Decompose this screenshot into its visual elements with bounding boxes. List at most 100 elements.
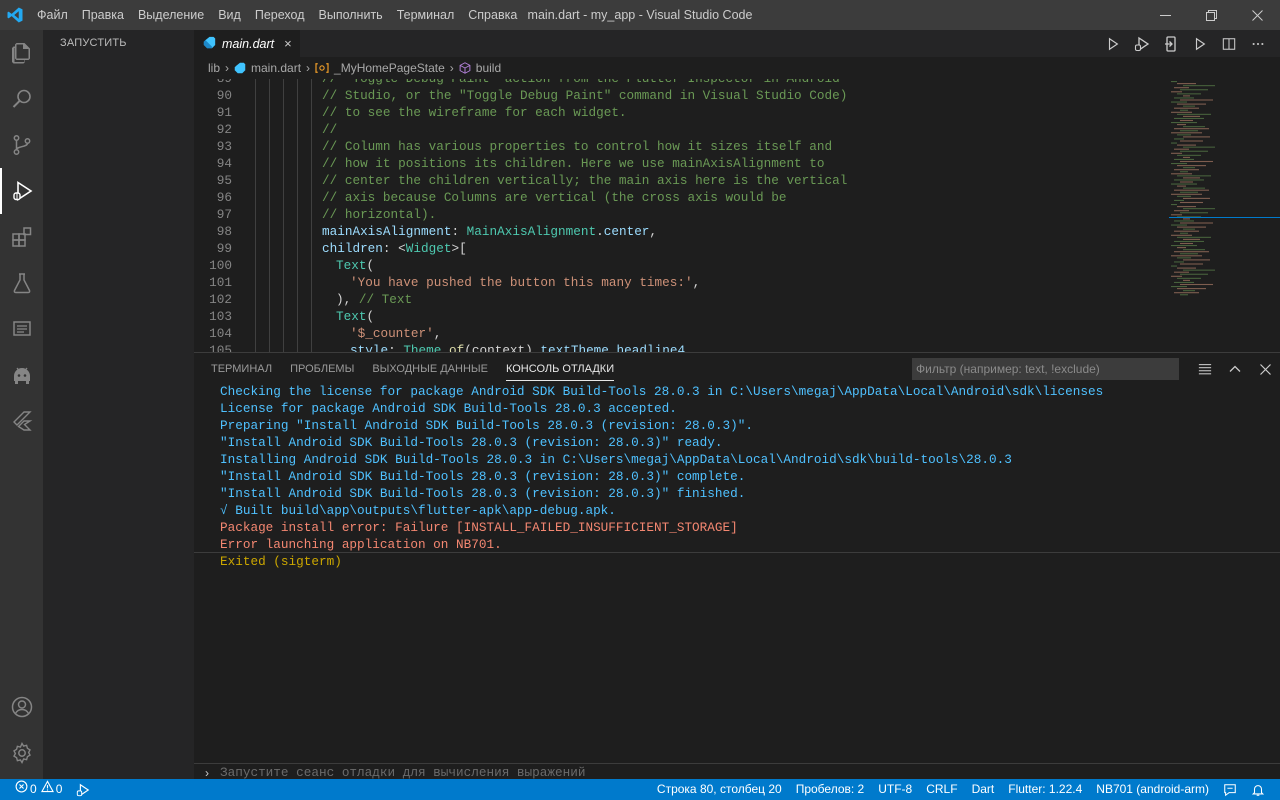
minimap-line <box>1183 228 1195 230</box>
dart-file-icon <box>203 36 216 52</box>
breadcrumb-label: lib <box>208 61 221 75</box>
minimap-line <box>1171 91 1182 93</box>
line-content: 'You have pushed the button this many ti… <box>350 274 700 291</box>
menu-item[interactable]: Файл <box>30 0 75 30</box>
account-icon[interactable] <box>0 684 43 730</box>
breadcrumb-item-main-dart[interactable]: main.dart <box>234 61 301 75</box>
settings-gear-icon[interactable] <box>0 730 43 776</box>
close-panel-icon[interactable] <box>1250 353 1280 385</box>
split-editor-icon[interactable] <box>1214 30 1243 57</box>
tab-problems[interactable]: ПРОБЛЕМЫ <box>281 353 363 385</box>
menu-item[interactable]: Справка <box>461 0 524 30</box>
line-number: 91 <box>216 105 232 120</box>
line-content: // how it positions its children. Here w… <box>322 155 825 172</box>
close-window-icon[interactable] <box>1234 0 1280 30</box>
breadcrumb-label: build <box>475 61 502 75</box>
line-content: // Studio, or the "Toggle Debug Paint" c… <box>322 87 847 104</box>
line-number: 101 <box>209 275 232 290</box>
line-content: // center the children vertically; the m… <box>322 172 847 189</box>
minimap-line <box>1180 109 1188 111</box>
minimap-line <box>1180 160 1213 163</box>
flutter-device-icon[interactable] <box>1156 30 1185 57</box>
line-number: 102 <box>209 292 232 307</box>
feedback-icon[interactable] <box>1216 779 1244 800</box>
code-token: ), <box>336 292 359 307</box>
source-control-icon[interactable] <box>0 122 43 168</box>
restore-icon[interactable] <box>1188 0 1234 30</box>
device-selector[interactable]: NB701 (android-arm) <box>1089 779 1216 800</box>
code-token: // Text <box>358 292 413 307</box>
language-mode[interactable]: Dart <box>965 779 1002 800</box>
code-token: . <box>608 343 617 352</box>
minimap-line <box>1174 271 1189 273</box>
eol-status[interactable]: CRLF <box>919 779 964 800</box>
minimap-line <box>1177 175 1211 177</box>
code-line: 98 mainAxisAlignment: MainAxisAlignment.c… <box>194 223 1169 240</box>
problems-status[interactable]: 0 0 <box>8 779 69 800</box>
more-actions-icon[interactable] <box>1243 30 1272 57</box>
debug-status-icon[interactable] <box>69 779 97 800</box>
tab-close-icon[interactable]: × <box>284 36 292 51</box>
minimap[interactable] <box>1169 79 1280 352</box>
notifications-bell-icon[interactable] <box>1244 779 1272 800</box>
tab-output[interactable]: ВЫХОДНЫЕ ДАННЫЕ <box>363 353 497 385</box>
minimap-line <box>1171 234 1192 236</box>
android-icon[interactable] <box>0 352 43 398</box>
minimap-line <box>1180 119 1193 122</box>
window-controls <box>1142 0 1280 30</box>
debug-file-icon[interactable] <box>1127 30 1156 57</box>
extensions-icon[interactable] <box>0 214 43 260</box>
run-without-debug-icon[interactable] <box>1185 30 1214 57</box>
tab-debug-console[interactable]: КОНСОЛЬ ОТЛАДКИ <box>497 353 623 385</box>
breadcrumb-item-lib[interactable]: lib <box>208 61 220 75</box>
maximize-panel-icon[interactable] <box>1220 353 1250 385</box>
filter-input[interactable] <box>912 358 1179 380</box>
console-line: Checking the license for package Android… <box>220 384 1104 399</box>
code-token: , <box>692 275 701 290</box>
minimap-line <box>1177 165 1206 167</box>
flutter-icon[interactable] <box>0 398 43 444</box>
minimap-line <box>1177 247 1186 249</box>
minimap-line <box>1171 183 1197 185</box>
tab-main-dart[interactable]: main.dart × <box>194 30 300 57</box>
code-editor[interactable]: 89 // "Toggle Debug Paint" action from th… <box>194 79 1169 352</box>
repl-prompt-icon: › <box>205 765 209 780</box>
files-icon[interactable] <box>0 30 43 76</box>
minimap-line <box>1177 113 1211 115</box>
run-debug-icon[interactable] <box>0 168 43 214</box>
indentation-status[interactable]: Пробелов: 2 <box>789 779 872 800</box>
code-line: 103 Text( <box>194 308 1169 325</box>
run-file-icon[interactable] <box>1098 30 1127 57</box>
line-number: 92 <box>216 122 232 137</box>
clear-console-icon[interactable] <box>1190 353 1220 385</box>
menu-item[interactable]: Терминал <box>390 0 462 30</box>
encoding-status[interactable]: UTF-8 <box>871 779 919 800</box>
line-number: 98 <box>216 224 232 239</box>
console-line: License for package Android SDK Build-To… <box>220 401 677 416</box>
class-symbol-icon <box>315 62 329 74</box>
code-token: : <box>451 224 467 239</box>
flutter-version[interactable]: Flutter: 1.22.4 <box>1001 779 1089 800</box>
code-line: 102), // Text <box>194 291 1169 308</box>
cursor-position[interactable]: Строка 80, столбец 20 <box>650 779 789 800</box>
tab-terminal[interactable]: ТЕРМИНАЛ <box>202 353 281 385</box>
menu-item[interactable]: Переход <box>248 0 312 30</box>
breadcrumb-item-class[interactable]: _MyHomePageState <box>315 61 445 75</box>
minimap-line <box>1171 101 1187 103</box>
minimap-line <box>1180 130 1198 132</box>
minimize-icon[interactable] <box>1142 0 1188 30</box>
menu-item[interactable]: Выделение <box>131 0 211 30</box>
menu-item[interactable]: Вид <box>211 0 248 30</box>
minimap-line <box>1180 99 1213 101</box>
testing-icon[interactable] <box>0 260 43 306</box>
minimap-line <box>1171 204 1177 206</box>
console-divider <box>194 552 1280 553</box>
minimap-line <box>1171 132 1202 134</box>
breadcrumb-item-method[interactable]: build <box>459 61 501 75</box>
console-line: Preparing "Install Android SDK Build-Too… <box>220 418 753 433</box>
code-token: // center the children vertically; the m… <box>322 173 848 188</box>
menu-item[interactable]: Правка <box>75 0 131 30</box>
search-icon[interactable] <box>0 76 43 122</box>
remote-explorer-icon[interactable] <box>0 306 43 352</box>
menu-item[interactable]: Выполнить <box>312 0 390 30</box>
